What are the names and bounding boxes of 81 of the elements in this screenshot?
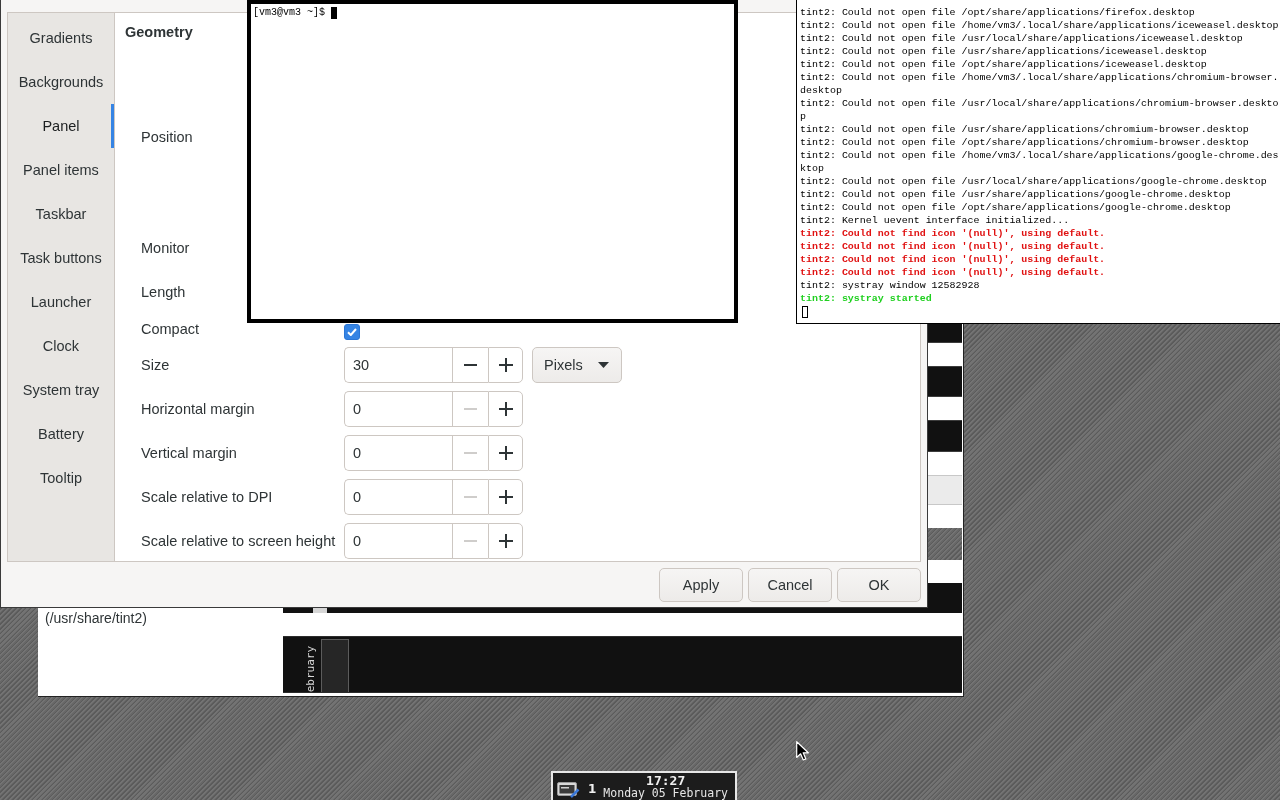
checkmark-icon bbox=[347, 328, 357, 336]
field-label: Length bbox=[141, 284, 186, 300]
field-label: Compact bbox=[141, 320, 200, 337]
log-line: tint2: Could not open file /opt/share/applications/chromium-browser.desktop bbox=[800, 136, 1249, 149]
field-label: Size bbox=[141, 357, 170, 373]
terminal-prompt: [vm3@vm3 ~]$ bbox=[253, 6, 325, 19]
field-label: Monitor bbox=[141, 240, 190, 256]
log-line: tint2: Could not open file /usr/share/applications/google-chrome.desktop bbox=[800, 188, 1231, 201]
sidebar-tab[interactable]: Panel bbox=[8, 104, 114, 148]
clock-time: 17:27 bbox=[646, 775, 686, 787]
plus-icon bbox=[498, 446, 513, 460]
mouse-pointer-icon bbox=[796, 741, 809, 761]
field-label: Scale relative to screen height bbox=[141, 533, 336, 549]
log-line: tint2: Could not open file /opt/share/applications/firefox.desktop bbox=[800, 6, 1195, 19]
text-cursor-icon bbox=[331, 6, 337, 19]
log-line: tint2: Could not open file /usr/local/share/applications/chromium-browser.deskto bbox=[800, 97, 1279, 110]
increment-button[interactable] bbox=[488, 347, 523, 383]
log-line: tint2: Could not find icon '(null)', using default. bbox=[800, 240, 1106, 253]
log-line: tint2: Could not open file /usr/local/share/applications/google-chrome.desktop bbox=[800, 175, 1267, 188]
clock-date: Monday 05 February bbox=[603, 787, 728, 799]
log-line: ktop bbox=[800, 162, 824, 175]
number-input[interactable]: 30 bbox=[344, 347, 452, 383]
minus-icon bbox=[464, 540, 477, 542]
log-line: tint2: Kernel uevent interface initialized... bbox=[800, 214, 1070, 227]
dialog-button[interactable]: OK bbox=[837, 568, 921, 602]
log-line: tint2: Could not open file /opt/share/applications/iceweasel.desktop bbox=[800, 58, 1207, 71]
log-line: tint2: Could not open file /home/vm3/.local/share/applications/google-chrome.des bbox=[800, 149, 1279, 162]
sidebar-tab[interactable]: Backgrounds bbox=[8, 60, 114, 104]
increment-button[interactable] bbox=[488, 391, 523, 427]
log-line: tint2: Could not open file /home/vm3/.local/share/applications/chromium-browser. bbox=[800, 71, 1279, 84]
sidebar-tab[interactable]: Tooltip bbox=[8, 456, 114, 500]
section-title: Geometry bbox=[125, 23, 193, 42]
log-line: tint2: Could not find icon '(null)', using default. bbox=[800, 266, 1106, 279]
increment-button[interactable] bbox=[488, 435, 523, 471]
field-label: Vertical margin bbox=[141, 445, 237, 461]
plus-icon bbox=[498, 358, 513, 372]
desktop-number[interactable]: 1 bbox=[588, 782, 597, 796]
sidebar-tab[interactable]: Battery bbox=[8, 412, 114, 456]
caret-icon bbox=[598, 362, 609, 368]
dialog-button[interactable]: Apply bbox=[659, 568, 743, 602]
log-line: tint2: Could not open file /opt/share/applications/google-chrome.desktop bbox=[800, 201, 1231, 214]
plus-icon bbox=[498, 402, 513, 416]
log-line: tint2: Could not open file /usr/share/applications/iceweasel.desktop bbox=[800, 45, 1207, 58]
log-line: desktop bbox=[800, 84, 842, 97]
field-label: Horizontal margin bbox=[141, 401, 255, 417]
number-input[interactable]: 0 bbox=[344, 479, 452, 515]
log-line: tint2: Could not find icon '(null)', using default. bbox=[800, 253, 1106, 266]
plus-icon bbox=[498, 534, 513, 548]
theme-path-label[interactable]: (/usr/share/tint2) bbox=[45, 610, 147, 626]
minus-icon bbox=[464, 364, 477, 366]
field-label: Scale relative to DPI bbox=[141, 489, 273, 505]
number-input[interactable]: 0 bbox=[344, 391, 452, 427]
text-cursor-icon bbox=[802, 306, 808, 318]
sidebar-tab[interactable]: System tray bbox=[8, 368, 114, 412]
preview-date-text: ebruary bbox=[304, 645, 317, 692]
increment-button[interactable] bbox=[488, 523, 523, 559]
plus-icon bbox=[498, 490, 513, 504]
dialog-button[interactable]: Cancel bbox=[748, 568, 832, 602]
sidebar-tab[interactable]: Launcher bbox=[8, 280, 114, 324]
minus-icon bbox=[464, 496, 477, 498]
number-input[interactable]: 0 bbox=[344, 435, 452, 471]
log-line: tint2: systray started bbox=[800, 292, 932, 305]
increment-button[interactable] bbox=[488, 479, 523, 515]
log-line: tint2: Could not open file /usr/local/share/applications/iceweasel.desktop bbox=[800, 32, 1243, 45]
log-line: tint2: systray window 12582928 bbox=[800, 279, 980, 292]
unit-dropdown[interactable]: Pixels bbox=[532, 347, 622, 383]
log-line: tint2: Could not find icon '(null)', using default. bbox=[800, 227, 1106, 240]
log-line: tint2: Could not open file /usr/share/applications/chromium-browser.desktop bbox=[800, 123, 1249, 136]
minus-icon bbox=[464, 452, 477, 454]
sidebar-tab[interactable]: Clock bbox=[8, 324, 114, 368]
sidebar-tab[interactable]: Taskbar bbox=[8, 192, 114, 236]
log-line: tint2: Could not open file /home/vm3/.local/share/applications/iceweasel.desktop bbox=[800, 19, 1279, 32]
sidebar-tab[interactable]: Task buttons bbox=[8, 236, 114, 280]
checkbox[interactable] bbox=[344, 324, 360, 340]
field-label: Position bbox=[141, 129, 193, 145]
log-line: p bbox=[800, 110, 806, 123]
sidebar-tab[interactable]: Panel items bbox=[8, 148, 114, 192]
minus-icon bbox=[464, 408, 477, 410]
app-window-icon[interactable] bbox=[557, 782, 580, 798]
sidebar-tab[interactable]: Gradients bbox=[8, 16, 114, 60]
number-input[interactable]: 0 bbox=[344, 523, 452, 559]
